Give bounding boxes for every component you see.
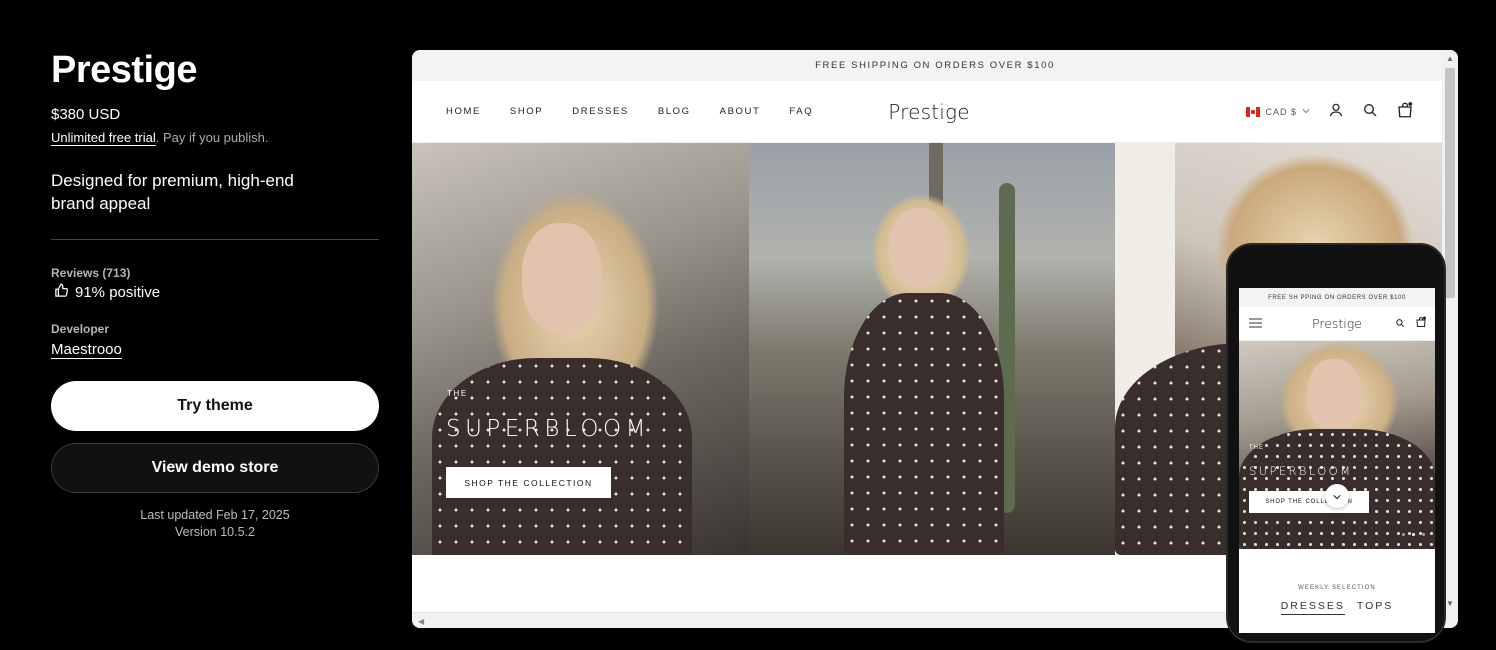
scroll-up-icon[interactable]: ▲ [1446,54,1454,63]
announcement-bar: FREE SHIPPING ON ORDERS OVER $100 [412,50,1458,81]
reviews-label: Reviews (713) [51,266,131,280]
positive-rating: 91% positive [51,283,379,302]
store-logo[interactable]: Prestige [888,100,970,124]
currency-label: CAD $ [1265,107,1297,117]
nav-about[interactable]: ABOUT [720,106,761,117]
nav-shop[interactable]: SHOP [510,106,543,117]
nav-home[interactable]: HOME [446,106,481,117]
version: Version 10.5.2 [175,525,255,539]
mobile-announcement-bar: FREE SH PPING ON ORDERS OVER $100 [1239,288,1435,307]
weekly-selection-label: WEEKLY SELECTION [1298,585,1376,591]
theme-info-panel: Prestige $380 USD Unlimited free trial. … [51,48,379,541]
cart-icon[interactable] [1415,315,1427,333]
tab-tops[interactable]: TOPS [1357,600,1393,615]
account-icon[interactable] [1328,102,1344,123]
reviews-section: Reviews (713) 91% positive [51,266,379,302]
store-nav: HOME SHOP DRESSES BLOG ABOUT FAQ [446,106,813,117]
mobile-store-logo[interactable]: Prestige [1312,316,1362,331]
mobile-hero-subtitle: THE [1249,445,1264,451]
thumbs-up-icon [54,283,69,302]
mobile-screen: FREE SH PPING ON ORDERS OVER $100 Presti… [1239,288,1435,633]
shop-collection-button[interactable]: SHOP THE COLLECTION [446,467,611,498]
theme-tagline: Designed for premium, high-end brand app… [51,171,294,213]
theme-title: Prestige [51,49,197,91]
hamburger-icon[interactable] [1249,315,1262,333]
developer-label: Developer [51,322,110,336]
developer-section: Developer Maestrooo [51,322,379,359]
nav-blog[interactable]: BLOG [658,106,691,117]
mobile-hero-title: SUPERBLOOM [1249,464,1353,478]
free-trial-link[interactable]: Unlimited free trial [51,130,156,145]
canada-flag-icon [1246,107,1261,117]
hero-subtitle: THE [447,389,468,398]
update-info: Last updated Feb 17, 2025 Version 10.5.2 [51,507,379,541]
try-theme-button[interactable]: Try theme [51,381,379,431]
mobile-header-actions [1395,315,1427,333]
last-updated: Last updated Feb 17, 2025 [140,508,290,522]
theme-price: $380 USD [51,106,121,123]
hero-title: SUPERBLOOM [446,416,650,442]
developer-link[interactable]: Maestrooo [51,341,122,358]
scroll-left-icon[interactable]: ◀ [418,617,424,626]
chevron-down-icon [1333,487,1341,505]
divider [51,239,379,240]
nav-dresses[interactable]: DRESSES [572,106,629,117]
mobile-hero-banner[interactable]: THE SUPERBLOOM SHOP THE COLLECTION [1239,341,1435,549]
trial-suffix: . Pay if you publish. [155,130,269,145]
chevron-down-icon [1302,107,1310,117]
trial-info: Unlimited free trial. Pay if you publish… [51,130,379,145]
nav-faq[interactable]: FAQ [789,106,813,117]
tab-dresses[interactable]: DRESSES [1280,600,1345,615]
view-demo-store-button[interactable]: View demo store [51,443,379,493]
positive-text: 91% positive [75,284,161,301]
scroll-down-icon[interactable]: ▼ [1446,599,1454,608]
hero-image-center [749,143,1115,555]
scroll-down-button[interactable] [1325,484,1349,508]
scrollbar-thumb[interactable] [1445,68,1455,298]
slide-indicators[interactable] [1402,533,1425,536]
header-actions: CAD $ [1246,81,1414,143]
cart-icon[interactable] [1396,101,1414,124]
search-icon[interactable] [1362,102,1378,123]
store-header: HOME SHOP DRESSES BLOG ABOUT FAQ Prestig… [412,81,1458,143]
mobile-header: Prestige [1239,307,1435,341]
currency-selector[interactable]: CAD $ [1246,107,1310,117]
collection-tabs: DRESSES TOPS [1239,600,1435,615]
mobile-store-preview: FREE SH PPING ON ORDERS OVER $100 Presti… [1226,243,1446,643]
mobile-shop-collection-button[interactable]: SHOP THE COLLECTION [1249,491,1369,513]
search-icon[interactable] [1395,315,1405,333]
